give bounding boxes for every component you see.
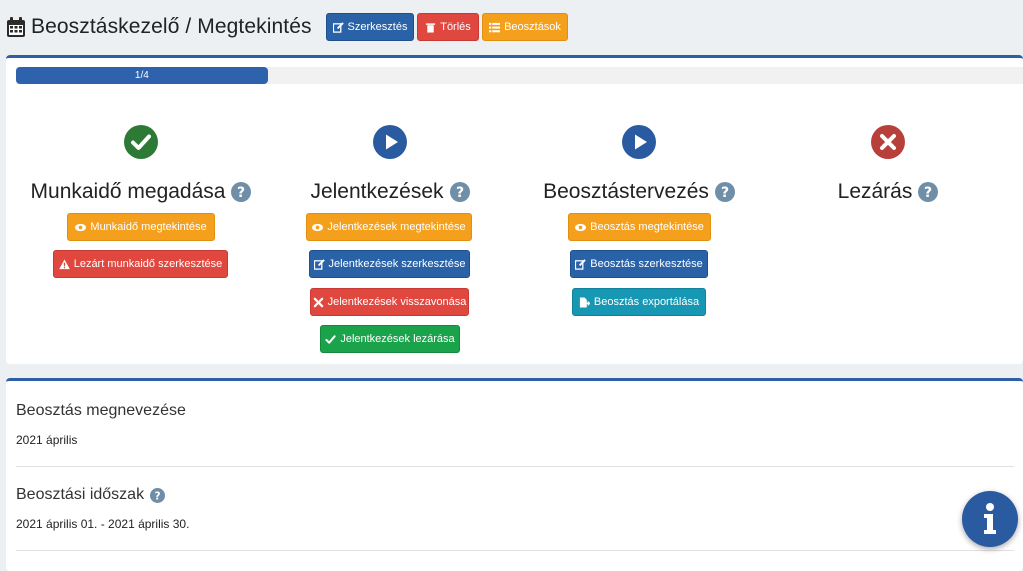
step-applications: Jelentkezések ?: [265, 125, 515, 207]
close-applications-button[interactable]: Jelentkezések lezárása: [320, 325, 460, 353]
schedules-list-button-label: Beosztások: [504, 21, 561, 33]
warning-icon: [58, 258, 70, 269]
edit-closed-working-time-button[interactable]: Lezárt munkaidő szerkesztése: [53, 250, 228, 278]
edit-button[interactable]: Szerkesztés: [326, 13, 414, 41]
svg-text:?: ?: [721, 185, 729, 201]
info-button[interactable]: [962, 491, 1018, 547]
delete-button-label: Törlés: [440, 21, 471, 33]
svg-text:?: ?: [155, 490, 161, 502]
step-title: Lezárás ?: [763, 177, 1013, 207]
list-icon: [489, 22, 501, 32]
step-title: Beosztástervezés ?: [514, 177, 764, 207]
eye-icon: [312, 223, 324, 231]
workflow-card: 1/4 Munkaidő megadása ? Jelentkezések ? …: [6, 55, 1023, 364]
page-title: Beosztáskezelő / Megtekintés: [31, 15, 312, 38]
edit-schedule-button[interactable]: Beosztás szerkesztése: [570, 250, 708, 278]
file-export-icon: [579, 296, 590, 308]
help-icon[interactable]: ?: [714, 182, 735, 202]
svg-text:?: ?: [237, 185, 245, 201]
edit-icon: [313, 258, 325, 270]
svg-text:?: ?: [455, 185, 463, 201]
play-circle-icon: [622, 125, 656, 159]
info-icon: [984, 503, 996, 534]
divider: [16, 466, 1014, 467]
check-icon: [325, 334, 336, 344]
view-schedule-button[interactable]: Beosztás megtekintése: [568, 213, 711, 241]
edit-applications-button[interactable]: Jelentkezések szerkesztése: [309, 250, 470, 278]
view-applications-button[interactable]: Jelentkezések megtekintése: [306, 213, 472, 241]
trash-icon: [426, 22, 436, 33]
schedule-period-label: Beosztási időszak ?: [16, 486, 166, 504]
step-working-time: Munkaidő megadása ?: [16, 125, 266, 207]
step-title: Jelentkezések ?: [265, 177, 515, 207]
schedule-name-label: Beosztás megnevezése: [16, 402, 186, 419]
step-closing: Lezárás ?: [763, 125, 1013, 207]
details-card: Beosztás megnevezése 2021 április Beoszt…: [6, 378, 1023, 571]
calendar-icon: [7, 17, 25, 37]
revoke-applications-button[interactable]: Jelentkezések visszavonása: [310, 288, 469, 316]
edit-button-label: Szerkesztés: [347, 21, 408, 33]
divider: [16, 550, 1014, 551]
eye-icon: [75, 223, 87, 231]
help-icon[interactable]: ?: [231, 182, 252, 202]
help-icon[interactable]: ?: [150, 487, 166, 503]
delete-button[interactable]: Törlés: [417, 13, 479, 41]
schedule-name-value: 2021 április: [16, 433, 78, 447]
times-circle-icon: [871, 125, 905, 159]
play-circle-icon: [373, 125, 407, 159]
eye-icon: [575, 223, 587, 231]
help-icon[interactable]: ?: [918, 182, 939, 202]
help-icon[interactable]: ?: [449, 182, 470, 202]
edit-icon: [575, 258, 586, 270]
svg-text:?: ?: [924, 185, 932, 201]
close-icon: [313, 297, 323, 307]
edit-icon: [332, 21, 344, 33]
page-header: Beosztáskezelő / Megtekintés: [6, 12, 312, 42]
progress-bar: 1/4: [16, 67, 1023, 84]
check-circle-icon: [124, 125, 158, 159]
schedule-period-value: 2021 április 01. - 2021 április 30.: [16, 517, 190, 531]
step-title: Munkaidő megadása ?: [16, 177, 266, 207]
step-planning: Beosztástervezés ?: [514, 125, 764, 207]
view-working-time-button[interactable]: Munkaidő megtekintése: [67, 213, 215, 241]
schedules-list-button[interactable]: Beosztások: [482, 13, 568, 41]
export-schedule-button[interactable]: Beosztás exportálása: [572, 288, 706, 316]
progress-fill: 1/4: [16, 67, 268, 84]
